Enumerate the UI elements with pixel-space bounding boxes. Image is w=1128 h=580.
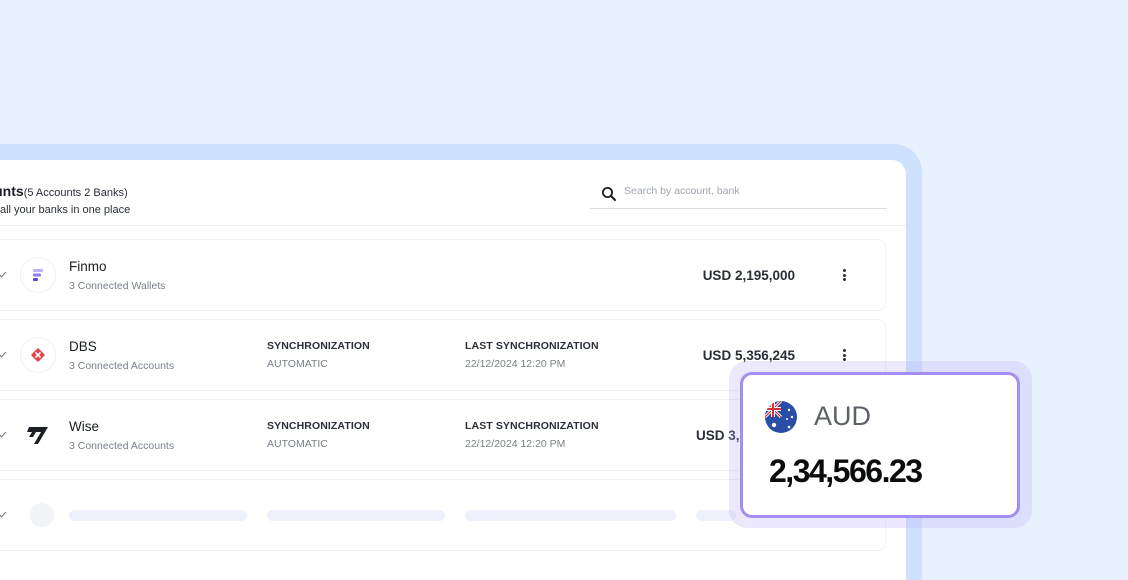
currency-code: AUD — [814, 401, 872, 431]
last-sync-label: LAST SYNCHRONIZATION — [465, 340, 599, 352]
australia-flag-icon — [765, 401, 797, 433]
skeleton-bar — [465, 510, 676, 521]
skeleton-bar — [267, 510, 445, 521]
sync-label: SYNCHRONIZATION — [267, 420, 370, 432]
bank-name: Finmo — [69, 259, 107, 274]
skeleton-bar — [69, 510, 247, 521]
last-sync-label: LAST SYNCHRONIZATION — [465, 420, 599, 432]
chevron-down-icon[interactable] — [0, 268, 9, 282]
bank-name: Wise — [69, 419, 99, 434]
finmo-logo — [20, 257, 56, 293]
sync-label: SYNCHRONIZATION — [267, 340, 370, 352]
accounts-count: (5 Accounts 2 Banks) — [23, 187, 128, 199]
dbs-logo — [20, 337, 56, 373]
sync-value: AUTOMATIC — [267, 438, 328, 450]
sync-value: AUTOMATIC — [267, 358, 328, 370]
skeleton-avatar — [30, 503, 54, 527]
search-input[interactable] — [624, 185, 874, 197]
bank-name: DBS — [69, 339, 97, 354]
header-divider — [0, 225, 906, 226]
search-icon — [602, 187, 616, 201]
page-title: ccounts(5 Accounts 2 Banks) — [0, 183, 128, 201]
currency-balance-popup: AUD 2,34,566.23 — [740, 372, 1020, 518]
wise-logo — [20, 417, 56, 453]
bank-subtitle: 3 Connected Wallets — [69, 280, 166, 292]
bank-subtitle: 3 Connected Accounts — [69, 440, 175, 452]
bank-subtitle: 3 Connected Accounts — [69, 360, 175, 372]
title-text: ccounts — [0, 183, 24, 199]
search-bar[interactable] — [590, 180, 887, 209]
page-subtitle: nnect all your banks in one place — [0, 204, 131, 216]
bank-balance: USD 2,195,000 — [702, 268, 795, 283]
last-sync-value: 22/12/2024 12:20 PM — [465, 438, 566, 450]
chevron-down-icon — [0, 508, 9, 522]
chevron-down-icon[interactable] — [0, 348, 9, 362]
bank-row-finmo[interactable]: Finmo 3 Connected Wallets USD 2,195,000 — [0, 239, 886, 311]
currency-amount: 2,34,566.23 — [769, 453, 923, 489]
more-options-icon[interactable] — [840, 267, 848, 283]
last-sync-value: 22/12/2024 12:20 PM — [465, 358, 566, 370]
chevron-down-icon[interactable] — [0, 428, 9, 442]
